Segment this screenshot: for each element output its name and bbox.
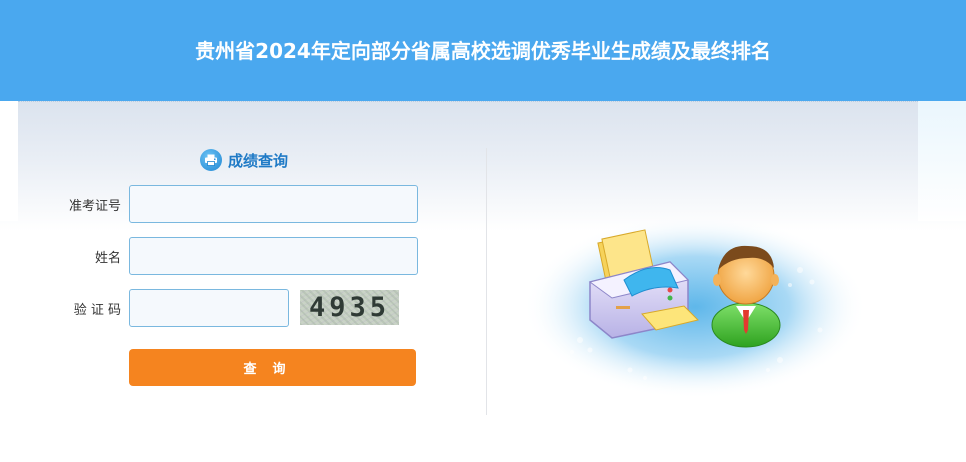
panel-edge-right [918,101,966,221]
exam-number-label: 准考证号 [68,199,121,214]
captcha-text: 4935 [308,292,391,323]
captcha-input[interactable] [129,289,289,327]
printer-and-person-illustration [520,210,870,400]
query-heading: 成绩查询 [200,148,288,172]
exam-number-input[interactable] [129,185,418,223]
captcha-image[interactable]: 4935 [300,290,399,325]
panel-edge-left [0,101,18,221]
captcha-label: 验 证 码 [73,303,121,318]
page-header: 贵州省2024年定向部分省属高校选调优秀毕业生成绩及最终排名 [0,0,966,101]
name-input[interactable] [129,237,418,275]
query-heading-text: 成绩查询 [228,151,289,170]
name-label: 姓名 [94,251,121,266]
header-divider [18,101,918,103]
page-title: 贵州省2024年定向部分省属高校选调优秀毕业生成绩及最终排名 [195,39,771,63]
printer-icon [200,149,222,171]
vertical-divider [486,148,487,415]
query-button[interactable]: 查询 [129,349,416,386]
